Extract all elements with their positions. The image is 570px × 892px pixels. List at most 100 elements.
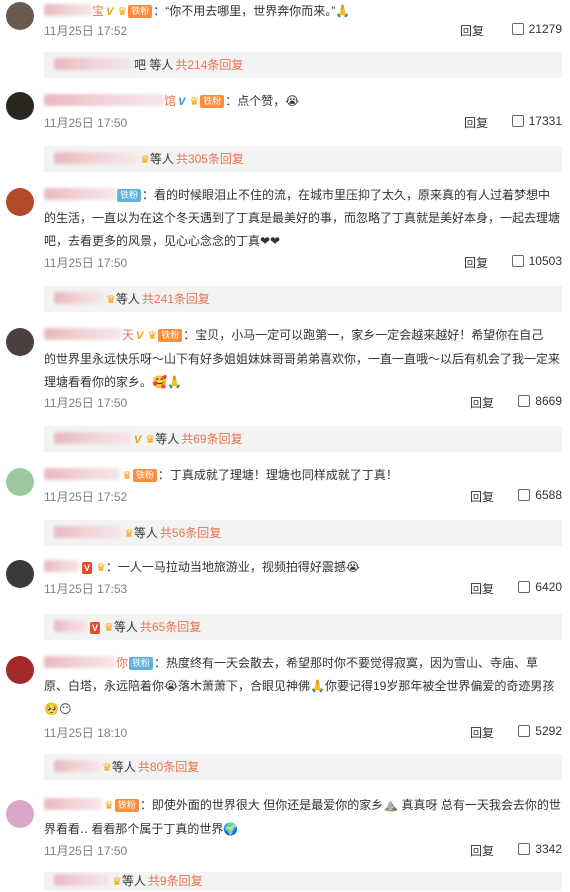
sub-replies[interactable]: V ♛等人 共69条回复 bbox=[44, 426, 562, 452]
crown-icon: ♛ bbox=[140, 154, 150, 166]
comment-text: ：丁真成就了理塘！理塘也同样成就了丁真！ bbox=[157, 468, 398, 482]
reply-button[interactable]: 回复 bbox=[470, 724, 494, 741]
like-button[interactable]: 6588 bbox=[518, 488, 562, 502]
avatar[interactable] bbox=[6, 560, 34, 588]
sub-users: 等人 bbox=[115, 292, 140, 306]
sub-replies[interactable]: 吧 等人 共214条回复 bbox=[44, 52, 562, 78]
avatar[interactable] bbox=[6, 92, 34, 120]
like-button[interactable]: 8669 bbox=[518, 394, 562, 408]
sub-users: 吧 等人 bbox=[134, 58, 174, 72]
sub-replies[interactable]: V ♛等人 共65条回复 bbox=[44, 614, 562, 640]
reply-count[interactable]: 共80条回复 bbox=[138, 760, 199, 774]
comment-text-line-1: ：看的时候眼泪止不住的流，在城市里压抑了太久，原来真的有人过着梦想中 bbox=[142, 188, 551, 202]
reply-count[interactable]: 共214条回复 bbox=[175, 58, 243, 72]
reply-count[interactable]: 共65条回复 bbox=[140, 620, 201, 634]
like-count: 21279 bbox=[528, 22, 562, 36]
sub-users: 等人 bbox=[133, 526, 158, 540]
user-name[interactable]: 宝 bbox=[44, 4, 104, 18]
thumb-up-icon bbox=[518, 395, 531, 407]
timestamp: 11月25日 17:52 bbox=[44, 24, 128, 38]
verified-icon: V bbox=[90, 622, 101, 634]
like-button[interactable]: 5292 bbox=[518, 724, 562, 738]
user-name[interactable]: 天 bbox=[44, 328, 134, 342]
like-button[interactable]: 17331 bbox=[511, 114, 562, 128]
crown-icon: ♛ bbox=[104, 622, 114, 634]
reply-button[interactable]: 回复 bbox=[460, 22, 484, 39]
reply-button[interactable]: 回复 bbox=[470, 394, 494, 411]
crown-icon: ♛ bbox=[117, 6, 128, 18]
user-name[interactable]: 馆 bbox=[44, 94, 176, 108]
comment-text-line-2: 的生活，一直以为在这个冬天遇到了丁真是最美好的事，而忽略了丁真就是美好本身，一起… bbox=[44, 211, 561, 225]
verified-icon: V bbox=[134, 434, 142, 446]
avatar[interactable] bbox=[6, 468, 34, 496]
reply-count[interactable]: 共241条回复 bbox=[142, 292, 210, 306]
reply-button[interactable]: 回复 bbox=[470, 580, 494, 597]
user-name[interactable] bbox=[44, 468, 120, 482]
user-name[interactable]: 你 bbox=[44, 656, 128, 670]
reply-button[interactable]: 回复 bbox=[470, 842, 494, 859]
crown-icon: ♛ bbox=[102, 762, 112, 774]
sub-users: 等人 bbox=[111, 760, 136, 774]
sub-replies[interactable]: ♛等人 共56条回复 bbox=[44, 520, 562, 546]
fan-badge: 铁粉 bbox=[132, 469, 157, 482]
comment-text: ：点个赞，😭 bbox=[225, 94, 300, 108]
reply-count[interactable]: 共9条回复 bbox=[148, 874, 203, 888]
sub-replies[interactable]: ♛等人 共305条回复 bbox=[44, 146, 562, 172]
avatar[interactable] bbox=[6, 656, 34, 684]
avatar[interactable] bbox=[6, 2, 34, 30]
user-name[interactable] bbox=[44, 560, 80, 574]
thumb-up-icon bbox=[518, 489, 531, 501]
sub-replies[interactable]: ♛等人 共9条回复 bbox=[44, 872, 562, 891]
user-name[interactable] bbox=[44, 798, 102, 812]
reply-button[interactable]: 回复 bbox=[470, 488, 494, 505]
timestamp: 11月25日 17:50 bbox=[44, 844, 128, 858]
crown-icon: ♛ bbox=[96, 562, 106, 574]
timestamp: 11月25日 17:50 bbox=[44, 116, 128, 130]
like-button[interactable]: 3342 bbox=[518, 842, 562, 856]
fan-badge: 铁粉 bbox=[129, 657, 154, 670]
timestamp: 11月25日 17:52 bbox=[44, 490, 128, 504]
avatar[interactable] bbox=[6, 188, 34, 216]
comment-text: ：“你不用去哪里，世界奔你而来。”🙏 bbox=[153, 4, 351, 18]
sub-users: 等人 bbox=[155, 432, 180, 446]
like-button[interactable]: 10503 bbox=[511, 254, 562, 268]
thumb-up-icon bbox=[511, 255, 524, 267]
sub-users: 等人 bbox=[149, 152, 174, 166]
fan-badge: 铁粉 bbox=[128, 5, 153, 18]
like-button[interactable]: 6420 bbox=[518, 580, 562, 594]
comment-text-line-1: ：宝贝，小马一定可以跑第一，家乡一定会越来越好！希望你在自己 bbox=[183, 328, 544, 342]
reply-count[interactable]: 共305条回复 bbox=[176, 152, 244, 166]
verified-icon: V bbox=[106, 6, 114, 18]
like-count: 17331 bbox=[528, 114, 562, 128]
fan-badge: 铁粉 bbox=[114, 799, 139, 812]
crown-icon: ♛ bbox=[106, 294, 116, 306]
reply-count[interactable]: 共69条回复 bbox=[181, 432, 242, 446]
sub-replies[interactable]: ♛等人 共80条回复 bbox=[44, 754, 562, 780]
fan-badge: 铁粉 bbox=[200, 95, 225, 108]
crown-icon: ♛ bbox=[145, 434, 156, 446]
like-count: 3342 bbox=[535, 842, 562, 856]
sub-replies[interactable]: ♛等人 共241条回复 bbox=[44, 286, 562, 312]
avatar[interactable] bbox=[6, 800, 34, 828]
reply-button[interactable]: 回复 bbox=[464, 254, 488, 271]
user-name[interactable] bbox=[44, 188, 116, 202]
avatar[interactable] bbox=[6, 328, 34, 356]
comment-text-line-1: ：即使外面的世界很大 但你还是最爱你的家乡⛰️ 真真呀 总有一天我会去你的世 bbox=[139, 798, 561, 812]
like-count: 8669 bbox=[535, 394, 562, 408]
crown-icon: ♛ bbox=[124, 528, 134, 540]
crown-icon: ♛ bbox=[104, 800, 114, 812]
verified-icon: V bbox=[136, 330, 144, 342]
fan-badge: 铁粉 bbox=[117, 189, 142, 202]
crown-icon: ♛ bbox=[189, 96, 200, 108]
reply-count[interactable]: 共56条回复 bbox=[160, 526, 221, 540]
reply-button[interactable]: 回复 bbox=[464, 114, 488, 131]
comment-text-line-3: 理塘看看你的家乡。🥰🙏 bbox=[44, 375, 182, 389]
comment-text-line-3: 🥺😶 bbox=[44, 702, 72, 716]
like-button[interactable]: 21279 bbox=[511, 22, 562, 36]
crown-icon: ♛ bbox=[147, 330, 158, 342]
timestamp: 11月25日 17:50 bbox=[44, 396, 128, 410]
comment-text-line-2: 界看看‥ 看看那个属于丁真的世界🌍 bbox=[44, 822, 239, 836]
comment-text-line-3: 吧，去看更多的风景，见心心念念的丁真❤❤ bbox=[44, 234, 281, 248]
comment-text: ：一人一马拉动当地旅游业，视频拍得好震撼😭 bbox=[105, 560, 360, 574]
timestamp: 11月25日 17:53 bbox=[44, 582, 128, 596]
